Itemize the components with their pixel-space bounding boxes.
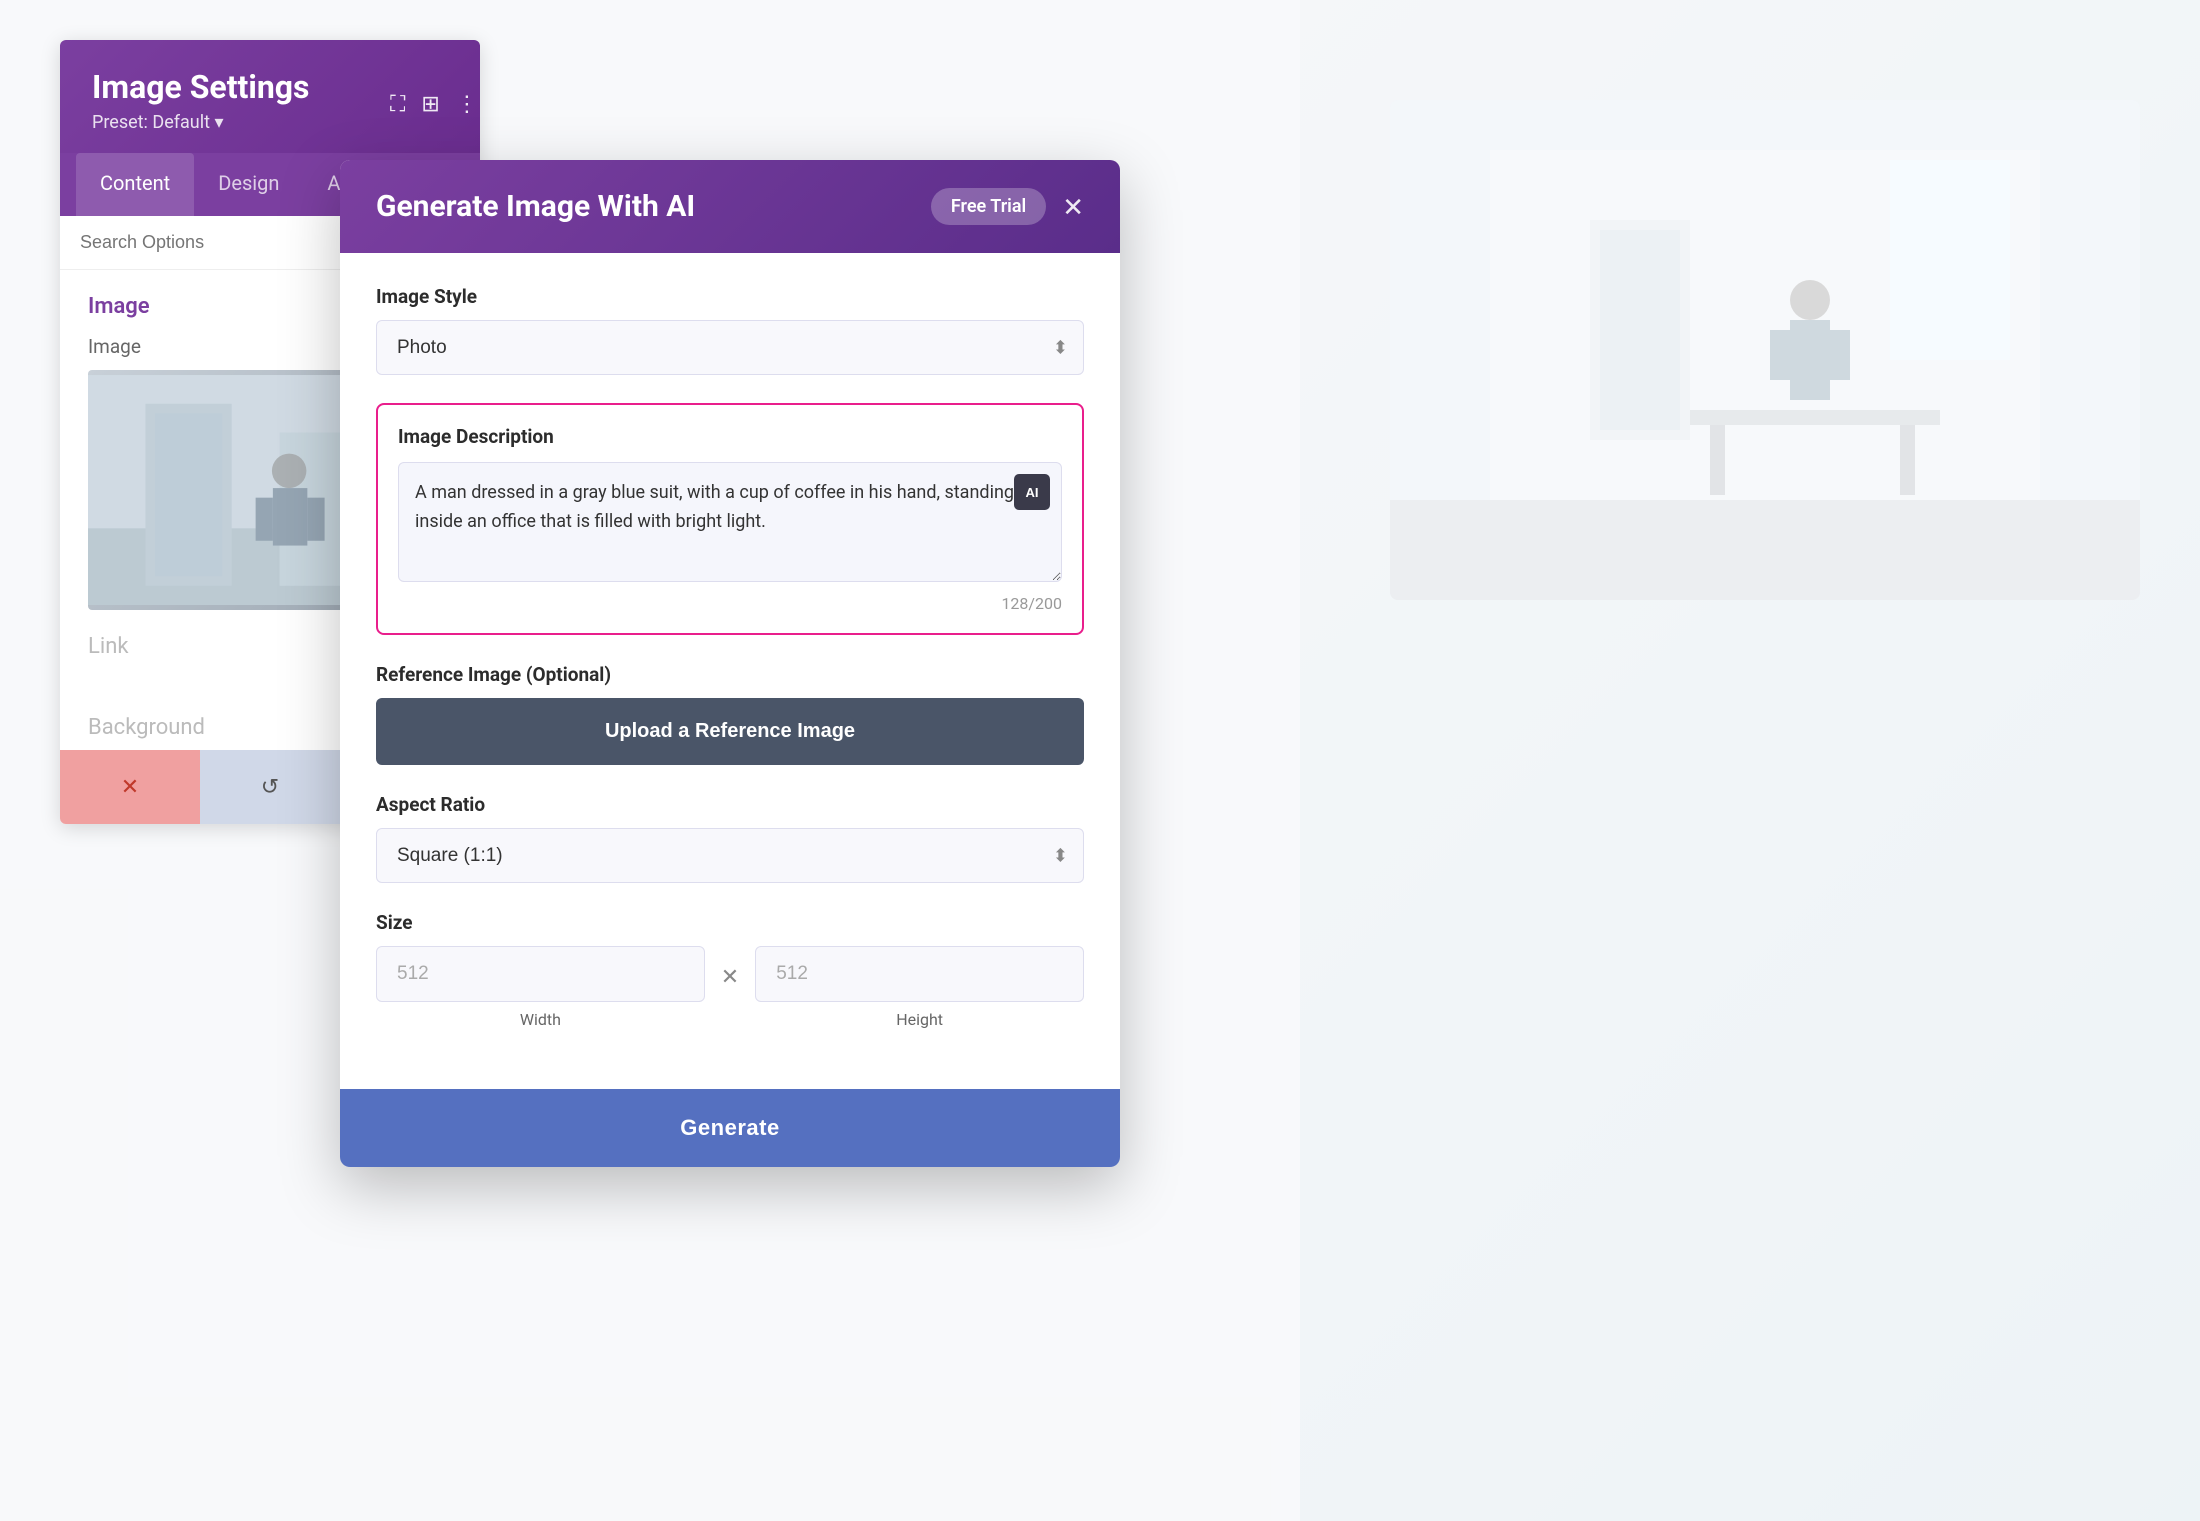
dialog-header: Generate Image With AI Free Trial ✕ (340, 160, 1120, 253)
undo-icon: ↺ (261, 774, 279, 800)
size-separator: ✕ (721, 965, 739, 990)
split-icon[interactable]: ⊞ (421, 92, 439, 117)
description-textarea-wrapper: A man dressed in a gray blue suit, with … (398, 462, 1062, 586)
ai-dialog: Generate Image With AI Free Trial ✕ Imag… (340, 160, 1120, 1167)
dialog-header-right: Free Trial ✕ (931, 188, 1084, 225)
upload-reference-button[interactable]: Upload a Reference Image (376, 698, 1084, 765)
ai-enhance-button[interactable]: AI (1014, 474, 1050, 510)
cancel-button[interactable]: ✕ (60, 750, 200, 824)
height-input[interactable] (755, 946, 1084, 1002)
fullscreen-icon[interactable]: ⛶ (390, 92, 405, 117)
free-trial-badge[interactable]: Free Trial (931, 188, 1046, 225)
right-background (1300, 0, 2200, 1521)
aspect-ratio-group: Aspect Ratio Square (1:1) Landscape (16:… (376, 793, 1084, 883)
reference-image-group: Reference Image (Optional) Upload a Refe… (376, 663, 1084, 765)
image-style-group: Image Style Photo Illustration Digital A… (376, 285, 1084, 375)
width-input[interactable] (376, 946, 705, 1002)
size-group: Size Width ✕ Height (376, 911, 1084, 1029)
height-label: Height (896, 1010, 943, 1029)
sidebar-header: Image Settings Preset: Default ▾ ⛶ ⊞ ⋮ (60, 40, 480, 153)
room-background-image (1390, 100, 2140, 600)
sidebar-header-icons: ⛶ ⊞ ⋮ (390, 92, 478, 117)
reference-image-label: Reference Image (Optional) (376, 663, 1084, 686)
image-description-group: Image Description A man dressed in a gra… (376, 403, 1084, 635)
size-row: Width ✕ Height (376, 946, 1084, 1029)
width-label: Width (520, 1010, 561, 1029)
dialog-body: Image Style Photo Illustration Digital A… (340, 253, 1120, 1089)
image-description-label: Image Description (398, 425, 1062, 448)
image-style-select[interactable]: Photo Illustration Digital Art Painting (376, 320, 1084, 375)
tab-content[interactable]: Content (76, 153, 194, 216)
aspect-ratio-select[interactable]: Square (1:1) Landscape (16:9) Portrait (… (376, 828, 1084, 883)
description-textarea[interactable]: A man dressed in a gray blue suit, with … (398, 462, 1062, 582)
close-button[interactable]: ✕ (1062, 194, 1084, 220)
height-group: Height (755, 946, 1084, 1029)
generate-button[interactable]: Generate (340, 1089, 1120, 1167)
aspect-ratio-select-wrapper: Square (1:1) Landscape (16:9) Portrait (… (376, 828, 1084, 883)
cancel-icon: ✕ (121, 774, 139, 800)
image-style-label: Image Style (376, 285, 1084, 308)
char-count: 128/200 (398, 594, 1062, 613)
aspect-ratio-label: Aspect Ratio (376, 793, 1084, 816)
image-style-select-wrapper: Photo Illustration Digital Art Painting … (376, 320, 1084, 375)
more-icon[interactable]: ⋮ (456, 92, 478, 117)
undo-button[interactable]: ↺ (200, 750, 340, 824)
size-label: Size (376, 911, 1084, 934)
tab-design[interactable]: Design (194, 153, 303, 216)
dialog-title: Generate Image With AI (376, 189, 695, 224)
width-group: Width (376, 946, 705, 1029)
